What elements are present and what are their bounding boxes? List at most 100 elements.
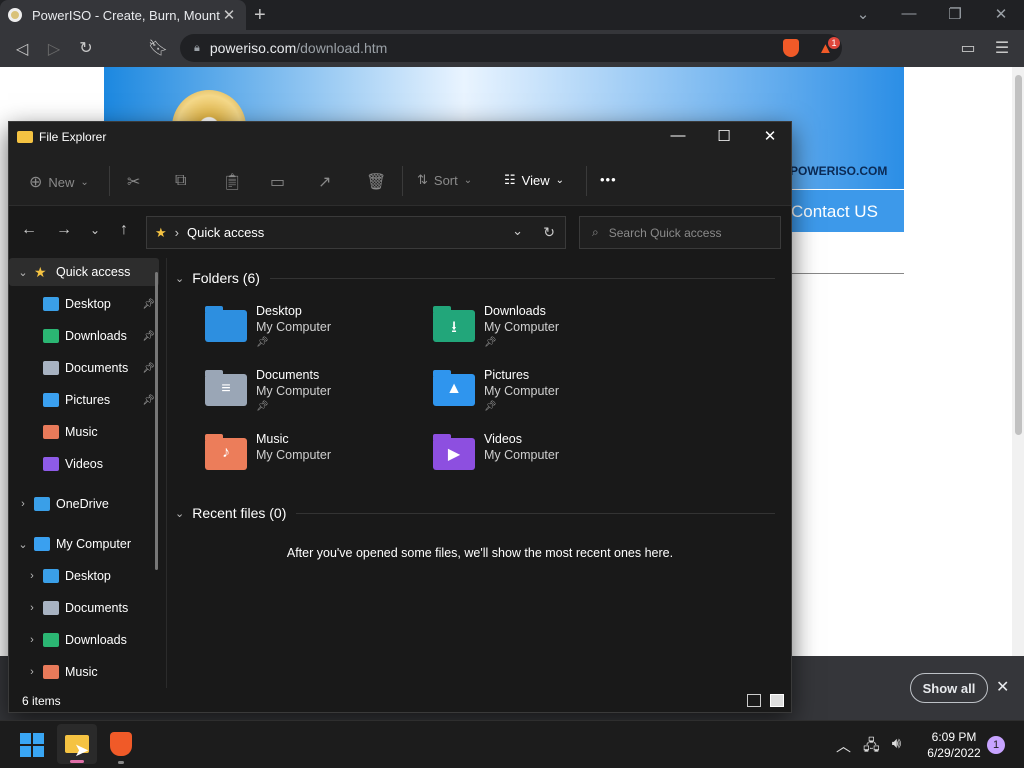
minimize-button[interactable]: — <box>655 127 701 144</box>
menu-icon[interactable]: ☰ <box>991 38 1013 58</box>
back-arrow-icon[interactable]: ← <box>19 221 39 239</box>
address-dropdown-icon[interactable]: ⌄ <box>512 223 523 239</box>
sidebar-item[interactable]: › Documents <box>9 594 159 622</box>
tab-close-icon[interactable]: ✕ <box>220 6 238 24</box>
recent-locations-icon[interactable]: ⌄ <box>85 223 105 237</box>
start-windows-icon[interactable] <box>20 733 44 757</box>
close-button[interactable]: ✕ <box>747 127 791 145</box>
folder-glyph: ▲ <box>446 380 462 397</box>
notification-badge[interactable]: 1 <box>987 736 1005 754</box>
maximize-button[interactable]: ☐ <box>701 127 747 145</box>
close-browser-button[interactable]: ✕ <box>986 5 1016 23</box>
expand-chevron-icon[interactable]: › <box>16 498 30 510</box>
sidebar-item-label: Downloads <box>65 633 127 647</box>
folder-tile[interactable]: ⭳ Downloads My Computer 📌︎ <box>433 304 653 360</box>
forward-icon[interactable]: ▷ <box>43 39 65 59</box>
sidebar-item[interactable]: › Downloads <box>9 626 159 654</box>
picture-icon <box>43 393 59 407</box>
expand-chevron-icon[interactable]: › <box>25 570 39 582</box>
explorer-address-bar[interactable]: ★ › Quick access ⌄ ↻ <box>146 216 566 249</box>
pictures-folder-icon: ▲ <box>433 370 475 406</box>
sidebar-item[interactable]: Documents 📌︎ <box>9 354 159 382</box>
folder-tile[interactable]: ♪ Music My Computer <box>205 432 425 488</box>
up-arrow-icon[interactable]: ↑ <box>114 221 134 239</box>
document-icon <box>43 361 59 375</box>
folder-tile[interactable]: ▲ Pictures My Computer 📌︎ <box>433 368 653 424</box>
details-view-icon[interactable] <box>747 694 761 707</box>
folder-tile[interactable]: ≡ Documents My Computer 📌︎ <box>205 368 425 424</box>
navigation-pane-scrollbar[interactable] <box>155 272 158 570</box>
page-scrollbar[interactable] <box>1012 67 1024 656</box>
document-icon <box>43 601 59 615</box>
url-host: poweriso.com <box>209 40 297 56</box>
volume-icon[interactable]: 🔊︎ <box>892 735 901 760</box>
folders-section-header[interactable]: ⌄ Folders (6) <box>175 270 775 286</box>
reload-icon[interactable]: ↻ <box>75 38 97 58</box>
show-all-button[interactable]: Show all <box>910 673 988 703</box>
browser-tab[interactable]: PowerISO - Create, Burn, Mount, E ✕ <box>0 0 246 30</box>
recent-files-section-header[interactable]: ⌄ Recent files (0) <box>175 505 775 521</box>
sidebar-item[interactable]: › Desktop <box>9 562 159 590</box>
sidebar-item[interactable]: Music <box>9 418 159 446</box>
sort-button[interactable]: ⇅ Sort ⌄ <box>417 172 472 188</box>
restore-browser-button[interactable]: ❐ <box>940 5 970 23</box>
expand-chevron-icon[interactable]: ⌄ <box>16 266 30 279</box>
cut-icon[interactable]: ✂ <box>127 172 140 192</box>
sidebar-item[interactable]: Downloads 📌︎ <box>9 322 159 350</box>
sidebar-item[interactable]: Desktop 📌︎ <box>9 290 159 318</box>
wallet-icon[interactable]: ▭ <box>957 38 979 58</box>
copy-icon[interactable]: ⧉ <box>175 172 186 190</box>
scrollbar-thumb[interactable] <box>1015 75 1022 435</box>
pin-icon: 📌︎ <box>256 401 269 412</box>
recent-files-empty-message: After you've opened some files, we'll sh… <box>286 546 674 560</box>
forward-arrow-icon[interactable]: → <box>54 221 74 239</box>
pin-icon: 📌︎ <box>484 337 497 348</box>
new-button[interactable]: ⊕ New ⌄ <box>29 172 89 192</box>
sidebar-item-label: Documents <box>65 601 129 615</box>
pin-icon: 📌︎ <box>484 401 497 412</box>
sidebar-item[interactable]: › OneDrive <box>9 490 159 518</box>
tray-overflow-chevron-icon[interactable]: ︿ <box>836 735 851 760</box>
see-more-button[interactable]: ••• <box>600 172 617 187</box>
expand-chevron-icon[interactable]: › <box>25 666 39 678</box>
folder-location: My Computer <box>484 320 560 334</box>
sidebar-item[interactable]: ⌄ My Computer <box>9 530 159 558</box>
back-icon[interactable]: ◁ <box>11 39 33 59</box>
sidebar-item[interactable]: › Music <box>9 658 159 686</box>
folder-name: Music <box>256 432 289 446</box>
network-icon[interactable]: 🖧︎ <box>863 735 880 760</box>
refresh-icon[interactable]: ↻ <box>543 224 555 241</box>
search-input[interactable]: ⌕ Search Quick access <box>579 216 781 249</box>
tab-search-chevron-icon[interactable]: ⌄ <box>848 5 878 23</box>
contact-us-link[interactable]: Contact US <box>791 190 904 232</box>
downloads-folder-icon: ⭳ <box>433 306 475 342</box>
expand-chevron-icon[interactable]: ⌄ <box>16 538 30 551</box>
plus-circle-icon: ⊕ <box>29 174 43 191</box>
address-bar[interactable]: 🔒︎ poweriso.com /download.htm <box>180 34 842 62</box>
minimize-browser-button[interactable]: — <box>894 5 924 22</box>
close-shelf-icon[interactable]: ✕ <box>996 677 1009 697</box>
taskbar-clock[interactable]: 6:09 PM 6/29/2022 <box>916 729 992 761</box>
folder-tile[interactable]: ▶ Videos My Computer <box>433 432 653 488</box>
delete-icon[interactable]: 🗑︎ <box>366 172 386 192</box>
new-tab-button[interactable]: + <box>254 4 266 27</box>
sidebar-item[interactable]: Videos <box>9 450 159 478</box>
desktop-icon <box>43 569 59 583</box>
paste-icon[interactable]: 📋︎ <box>222 172 242 192</box>
music-folder-icon: ♪ <box>205 434 247 470</box>
expand-chevron-icon[interactable]: › <box>25 602 39 614</box>
sidebar-item[interactable]: Pictures 📌︎ <box>9 386 159 414</box>
bookmark-icon[interactable]: 🔖︎ <box>147 38 169 58</box>
toolbar-separator <box>109 166 110 196</box>
expand-chevron-icon[interactable]: › <box>25 634 39 646</box>
brave-shields-icon[interactable] <box>783 39 799 57</box>
rename-icon[interactable]: ▭ <box>270 172 285 192</box>
taskbar-brave-browser-icon[interactable] <box>110 732 132 764</box>
view-button[interactable]: ☷ View ⌄ <box>504 172 564 188</box>
sidebar-item-label: Music <box>65 665 98 679</box>
tiles-view-icon[interactable] <box>770 694 784 707</box>
share-icon[interactable]: ↗ <box>318 172 331 192</box>
folders-grid: Desktop My Computer 📌︎ ⭳ Downloads My Compute… <box>205 304 685 484</box>
sidebar-item[interactable]: ⌄ ★ Quick access <box>9 258 159 286</box>
folder-tile[interactable]: Desktop My Computer 📌︎ <box>205 304 425 360</box>
